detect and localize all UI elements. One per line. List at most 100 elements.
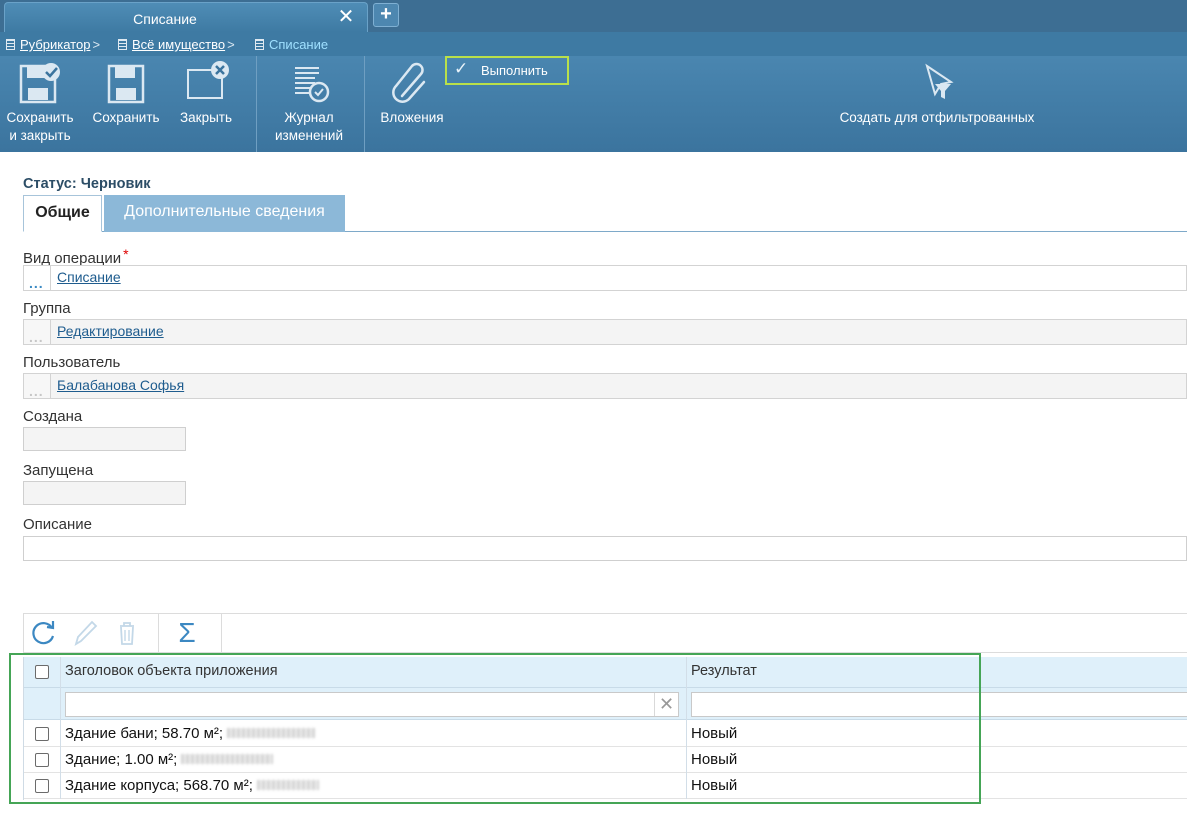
- change-journal-button[interactable]: Журнал изменений: [266, 56, 352, 152]
- select-all-checkbox[interactable]: [35, 665, 49, 679]
- document-tab-title: Списание: [133, 11, 197, 27]
- description-field[interactable]: [23, 536, 1187, 561]
- save-and-close-line1: Сохранить: [6, 110, 74, 125]
- save-label: Сохранить: [92, 110, 160, 125]
- created-field: [23, 427, 186, 451]
- row-checkbox[interactable]: [35, 779, 49, 793]
- row-checkbox[interactable]: [35, 753, 49, 767]
- row-result: Новый: [691, 725, 738, 742]
- breadcrumb-link-all-property[interactable]: Всё имущество: [132, 37, 225, 52]
- group-value[interactable]: Редактирование: [57, 323, 164, 339]
- main-toolbar: Сохранить и закрыть Сохранить Закрыть Жу: [0, 56, 1187, 152]
- column-divider: [60, 657, 61, 799]
- edit-icon: [74, 620, 98, 646]
- row-object-title: Здание бани; 58.70 м²;: [65, 725, 316, 742]
- user-field: ... Балабанова Софья: [23, 373, 1187, 399]
- clear-filter-icon[interactable]: ✕: [654, 693, 678, 716]
- form-tabs: Общие Дополнительные сведения: [23, 195, 1187, 232]
- filter-object-title-input[interactable]: ✕: [65, 692, 679, 717]
- row-result: Новый: [691, 751, 738, 768]
- operation-type-value[interactable]: Списание: [57, 269, 121, 285]
- operation-type-field[interactable]: ... Списание: [23, 265, 1187, 291]
- toolbar-separator: [364, 56, 365, 152]
- breadcrumb-current-label: Списание: [269, 37, 329, 52]
- breadcrumb-item-rubricator: Рубрикатор >: [6, 37, 100, 52]
- ellipsis-icon: ...: [29, 383, 44, 399]
- save-close-icon: [19, 63, 60, 104]
- column-header-object-title[interactable]: Заголовок объекта приложения: [61, 657, 278, 688]
- row-object-title: Здание корпуса; 568.70 м²;: [65, 777, 319, 794]
- save-icon: [107, 64, 145, 104]
- grid-header: Заголовок объекта приложения Результат: [24, 657, 1187, 688]
- row-object-title-text: Здание корпуса; 568.70 м²;: [65, 777, 253, 794]
- breadcrumb-link-rubricator[interactable]: Рубрикатор: [20, 37, 90, 52]
- change-journal-line1: Журнал: [284, 110, 334, 125]
- close-tab-icon[interactable]: ✕: [337, 7, 355, 27]
- breadcrumb: Рубрикатор > Всё имущество > Списание: [0, 32, 1187, 56]
- execute-label: Выполнить: [481, 63, 548, 78]
- attachments-label: Вложения: [380, 110, 444, 125]
- table-row[interactable]: Здание бани; 58.70 м²; Новый: [24, 721, 1187, 747]
- grid-filter-row: ✕: [24, 688, 1187, 720]
- breadcrumb-item-current: Списание: [255, 37, 328, 52]
- operation-type-label: Вид операции *: [23, 246, 129, 267]
- create-for-filtered-button[interactable]: Создать для отфильтрованных: [830, 56, 1044, 152]
- created-label: Создана: [23, 408, 83, 425]
- document-tab[interactable]: Списание ✕: [4, 2, 368, 32]
- operation-type-lookup-button[interactable]: ...: [24, 266, 51, 290]
- row-object-title-text: Здание; 1.00 м²;: [65, 751, 178, 768]
- column-divider: [686, 657, 687, 799]
- checkmark-icon: ✓: [454, 59, 469, 78]
- document-icon: [255, 39, 264, 50]
- group-label: Группа: [23, 300, 71, 317]
- redacted-text: [256, 780, 319, 790]
- breadcrumb-separator: >: [227, 37, 235, 52]
- execute-button[interactable]: ✓ Выполнить: [445, 56, 569, 85]
- user-value[interactable]: Балабанова Софья: [57, 377, 184, 393]
- create-for-filtered-label: Создать для отфильтрованных: [839, 110, 1035, 125]
- close-window-icon: [187, 61, 229, 99]
- status-label: Статус: Черновик: [23, 176, 151, 192]
- document-icon: [118, 39, 127, 50]
- new-tab-button[interactable]: +: [373, 3, 399, 27]
- refresh-button[interactable]: [28, 618, 58, 648]
- refresh-icon: [32, 621, 55, 645]
- ellipsis-icon: ...: [29, 329, 44, 345]
- required-mark: *: [123, 246, 129, 262]
- close-button[interactable]: Закрыть: [172, 56, 240, 152]
- row-object-title: Здание; 1.00 м²;: [65, 751, 274, 768]
- user-lookup-button: ...: [24, 374, 51, 398]
- table-row[interactable]: Здание корпуса; 568.70 м²; Новый: [24, 773, 1187, 799]
- filter-cursor-icon: [925, 63, 954, 99]
- table-row[interactable]: Здание; 1.00 м²; Новый: [24, 747, 1187, 773]
- description-label: Описание: [23, 516, 93, 533]
- breadcrumb-separator: >: [92, 37, 101, 52]
- user-label: Пользователь: [23, 354, 121, 371]
- redacted-text: [227, 728, 316, 738]
- attachments-button[interactable]: Вложения: [374, 56, 450, 152]
- edit-button[interactable]: [70, 618, 100, 648]
- row-result: Новый: [691, 777, 738, 794]
- tab-general[interactable]: Общие: [23, 195, 102, 232]
- tab-additional-info[interactable]: Дополнительные сведения: [104, 195, 345, 232]
- started-field: [23, 481, 186, 505]
- redacted-text: [181, 754, 274, 764]
- close-label: Закрыть: [180, 110, 232, 125]
- delete-button[interactable]: [112, 618, 142, 648]
- grid-toolbar-separator: [221, 614, 222, 652]
- save-and-close-button[interactable]: Сохранить и закрыть: [0, 56, 80, 152]
- breadcrumb-item-all-property: Всё имущество >: [118, 37, 235, 52]
- row-checkbox[interactable]: [35, 727, 49, 741]
- save-button[interactable]: Сохранить: [88, 56, 164, 152]
- sum-button[interactable]: Σ: [172, 618, 202, 648]
- objects-grid: Заголовок объекта приложения Результат ✕…: [23, 657, 1187, 800]
- ellipsis-icon: ...: [29, 275, 44, 291]
- filter-result-input[interactable]: [691, 692, 1187, 717]
- started-label: Запущена: [23, 462, 94, 479]
- change-journal-line2: изменений: [274, 128, 344, 143]
- window-tab-strip: Списание ✕ +: [0, 0, 1187, 32]
- column-header-result[interactable]: Результат: [687, 657, 757, 688]
- grid-toolbar: Σ: [23, 613, 1187, 653]
- save-and-close-label: Сохранить и закрыть: [0, 109, 80, 145]
- change-journal-label: Журнал изменений: [266, 109, 352, 145]
